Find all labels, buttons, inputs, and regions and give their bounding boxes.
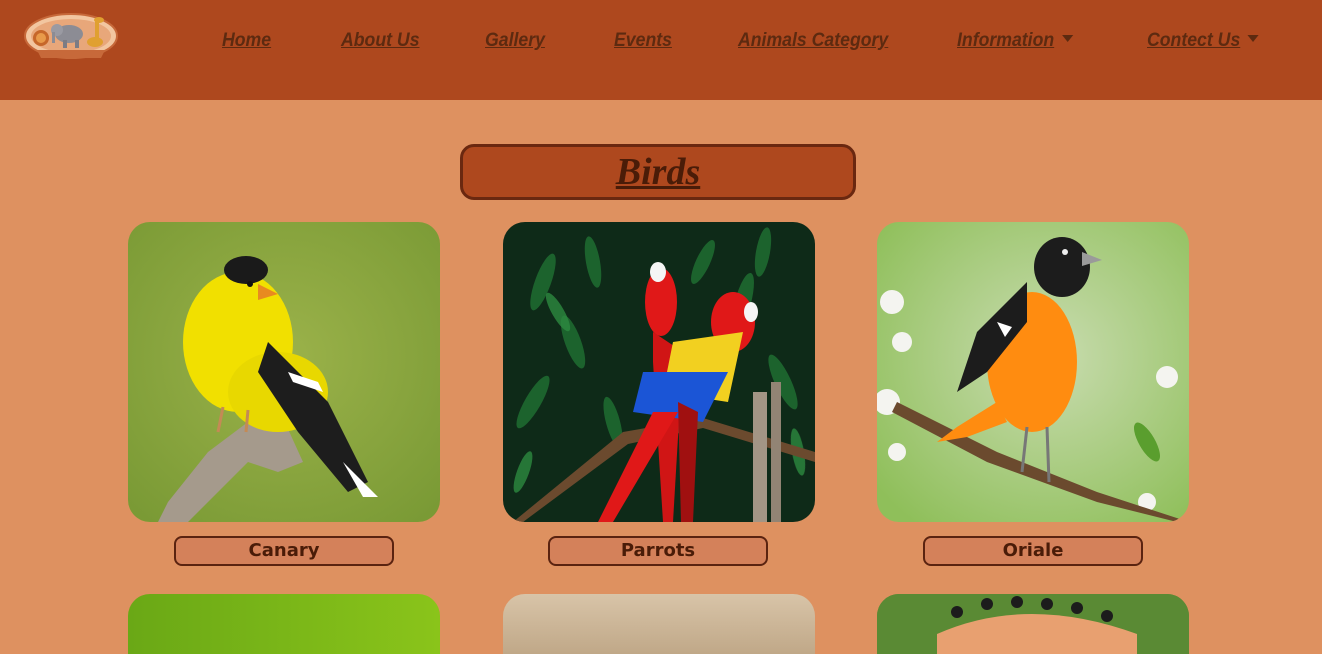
nav-contact-us-label: Contect Us [1147,30,1241,51]
nav-contact-us-dropdown[interactable]: Contect Us [1147,30,1259,52]
zoo-logo[interactable] [23,12,119,62]
nav-information-dropdown[interactable]: Information [957,30,1073,52]
nav-home-link[interactable]: Home [222,30,271,52]
oriole-image[interactable] [877,222,1189,522]
canary-image[interactable] [128,222,440,522]
navbar: Home About Us Gallery Events Animals Cat… [0,0,1322,100]
parrots-label[interactable]: Parrots [548,536,768,566]
nav-about-us-link[interactable]: About Us [341,30,420,52]
oriole-label[interactable]: Oriale [923,536,1143,566]
nav-information-label: Information [957,30,1055,51]
bird-card-image[interactable] [877,594,1189,654]
parrots-image[interactable] [503,222,815,522]
nav-events-link[interactable]: Events [614,30,672,52]
chevron-down-icon [1061,35,1073,42]
canary-label[interactable]: Canary [174,536,394,566]
chevron-down-icon [1247,35,1259,42]
nav-animals-category-link[interactable]: Animals Category [738,30,888,52]
page-title: Birds [615,151,701,193]
bird-card-image[interactable] [503,594,815,654]
nav-gallery-link[interactable]: Gallery [485,30,545,52]
bird-card-image[interactable] [128,594,440,654]
page-title-box: Birds [460,144,856,200]
